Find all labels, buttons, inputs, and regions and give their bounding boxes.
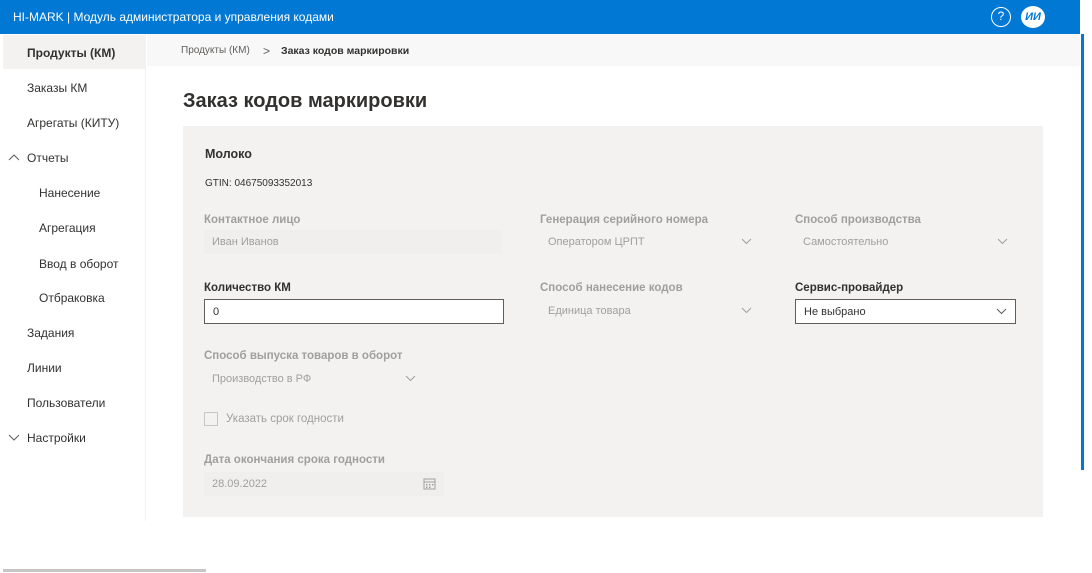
sidebar-item-label: Задания (27, 326, 75, 340)
sidebar-item-label: Агрегаты (КИТУ) (27, 116, 120, 130)
horizontal-scrollbar[interactable] (3, 569, 206, 572)
contact-field: Иван Иванов (204, 230, 502, 254)
sidebar-item-label: Ввод в оборот (39, 257, 119, 271)
sidebar-item-lines[interactable]: Линии (3, 350, 146, 384)
product-name: Молоко (205, 147, 252, 161)
product-gtin: GTIN: 04675093352013 (205, 178, 313, 189)
sidebar-item-settings[interactable]: Настройки (3, 420, 146, 454)
chevron-down-icon (741, 307, 752, 314)
app-title: HI-MARK | Модуль администратора и управл… (13, 10, 334, 24)
production-method-dropdown: Самостоятельно (795, 230, 1016, 254)
sidebar-item-users[interactable]: Пользователи (3, 385, 146, 419)
serial-gen-label: Генерация серийного номера (540, 214, 709, 226)
sidebar-item-products[interactable]: Продукты (КМ) (3, 35, 146, 69)
service-provider-dropdown[interactable]: Не выбрано (795, 299, 1016, 324)
app-header: HI-MARK | Модуль администратора и управл… (0, 0, 1080, 34)
sidebar-item-label: Отчеты (27, 151, 69, 165)
breadcrumb-current: Заказ кодов маркировки (281, 45, 410, 57)
sidebar-item-reports[interactable]: Отчеты (3, 140, 146, 174)
sidebar-item-aggregates[interactable]: Агрегаты (КИТУ) (3, 105, 146, 139)
production-method-label: Способ производства (795, 214, 921, 226)
sidebar-item-rejection[interactable]: Отбраковка (3, 280, 146, 314)
breadcrumb: Продукты (КМ) > Заказ кодов маркировки (147, 34, 1080, 66)
release-method-label: Способ выпуска товаров в оборот (204, 350, 403, 362)
sidebar-item-label: Пользователи (27, 396, 106, 410)
sidebar-item-label: Заказы КМ (27, 81, 88, 95)
page-title: Заказ кодов маркировки (183, 90, 428, 112)
chevron-right-icon: > (263, 44, 271, 58)
quantity-label: Количество КМ (204, 282, 291, 294)
calendar-icon (423, 478, 436, 490)
quantity-input[interactable]: 0 (204, 299, 504, 324)
avatar[interactable]: ИИ (1021, 6, 1045, 28)
expiry-checkbox (204, 412, 218, 426)
order-form-card: Молоко GTIN: 04675093352013 Контактное л… (183, 126, 1043, 517)
sidebar-item-circulation[interactable]: Ввод в оборот (3, 246, 146, 280)
apply-method-label: Способ нанесение кодов (540, 282, 683, 294)
release-method-dropdown: Производство в РФ (204, 367, 424, 391)
sidebar: Продукты (КМ) Заказы КМ Агрегаты (КИТУ) … (3, 34, 146, 521)
sidebar-item-label: Продукты (КМ) (27, 46, 116, 60)
serial-gen-dropdown: Оператором ЦРПТ (540, 230, 760, 254)
sidebar-item-label: Агрегация (39, 221, 96, 235)
sidebar-item-aggregation[interactable]: Агрегация (3, 210, 146, 244)
breadcrumb-link-products[interactable]: Продукты (КМ) (181, 45, 250, 56)
sidebar-item-application[interactable]: Нанесение (3, 175, 146, 209)
chevron-down-icon (405, 375, 416, 382)
expiry-checkbox-label: Указать срок годности (226, 413, 344, 425)
sidebar-item-label: Нанесение (39, 186, 101, 200)
sidebar-item-label: Отбраковка (39, 291, 105, 305)
scrollbar[interactable] (1081, 34, 1084, 470)
sidebar-item-label: Настройки (27, 431, 86, 445)
chevron-down-icon (997, 238, 1008, 245)
help-icon[interactable]: ? (991, 7, 1011, 27)
apply-method-dropdown: Единица товара (540, 299, 760, 323)
service-provider-label: Сервис-провайдер (795, 282, 904, 294)
chevron-up-icon (8, 154, 20, 161)
sidebar-item-tasks[interactable]: Задания (3, 315, 146, 349)
contact-label: Контактное лицо (204, 214, 301, 226)
chevron-down-icon (8, 434, 20, 441)
sidebar-item-orders[interactable]: Заказы КМ (3, 70, 146, 104)
expiry-date-label: Дата окончания срока годности (204, 454, 385, 466)
chevron-down-icon (741, 238, 752, 245)
sidebar-item-label: Линии (27, 361, 62, 375)
chevron-down-icon (996, 308, 1007, 315)
expiry-date-picker: 28.09.2022 (204, 472, 444, 496)
